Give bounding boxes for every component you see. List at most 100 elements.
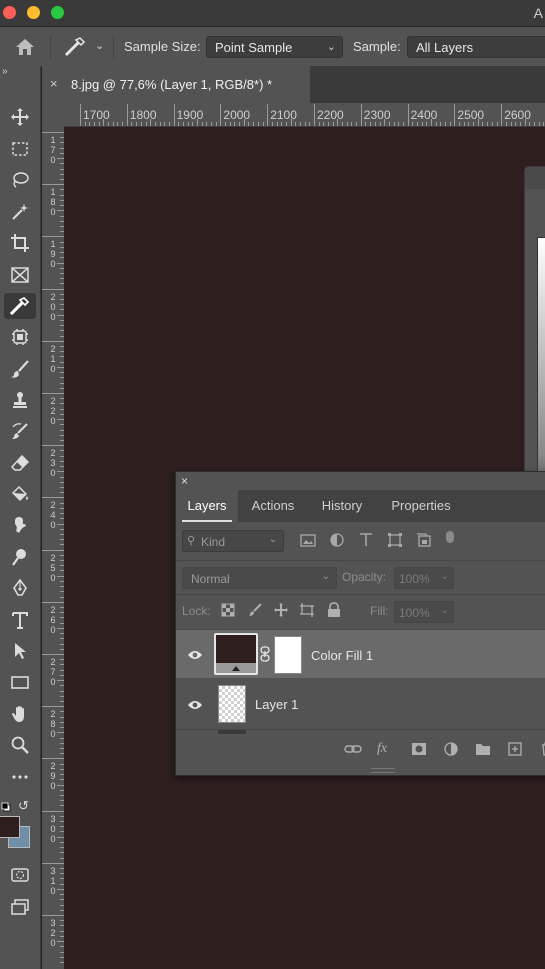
ruler-major-tick <box>126 104 128 126</box>
adjustment-icon[interactable] <box>444 742 458 761</box>
eyedropper-icon[interactable] <box>64 36 86 63</box>
quick-mask[interactable] <box>4 862 36 888</box>
filter-type-icon[interactable] <box>358 532 376 550</box>
lock-row: Lock: Fill: 100% ⌄ <box>176 595 545 630</box>
brush-tool[interactable] <box>4 356 36 382</box>
trash-icon[interactable] <box>540 742 545 761</box>
frame-tool[interactable] <box>4 262 36 288</box>
ruler-minor-tick <box>342 122 344 126</box>
collapse-toolbar-icon[interactable]: » <box>2 66 8 77</box>
close-tab-button[interactable]: × <box>50 76 58 91</box>
zoom-window-button[interactable] <box>51 6 64 19</box>
close-panel-button[interactable]: × <box>181 474 188 488</box>
more-tools[interactable] <box>4 764 36 790</box>
fill-input[interactable]: 100% ⌄ <box>394 601 454 623</box>
folder-icon[interactable] <box>475 742 491 761</box>
panel-resize-grip[interactable] <box>371 768 395 773</box>
layer-row-color-fill[interactable]: Color Fill 1 <box>176 630 545 678</box>
minimize-window-button[interactable] <box>27 6 40 19</box>
ruler-minor-tick <box>112 122 114 126</box>
layer-name[interactable]: Color Fill 1 <box>311 648 373 663</box>
eye-icon[interactable] <box>187 698 203 716</box>
filter-adjustment-icon[interactable] <box>329 532 347 550</box>
filter-smart-object-icon[interactable] <box>416 532 434 550</box>
lock-artboard-icon[interactable] <box>299 602 315 623</box>
rectangle-tool[interactable] <box>4 669 36 695</box>
lock-position-icon[interactable] <box>273 602 289 623</box>
fx-icon[interactable]: fx <box>377 741 387 757</box>
eyedropper-tool[interactable] <box>4 293 36 319</box>
ruler-label: 180 <box>50 187 56 218</box>
vertical-ruler[interactable]: 170 180 190 200 210 220 230 240 250 260 270 280 290 3… <box>42 126 65 969</box>
ruler-corner[interactable] <box>42 103 64 126</box>
ruler-minor-tick <box>57 784 64 786</box>
tab-actions[interactable]: Actions <box>238 490 308 522</box>
layer-thumbnail[interactable] <box>218 685 246 723</box>
smudge-tool[interactable] <box>4 512 36 538</box>
foreground-color[interactable] <box>0 816 20 838</box>
filter-shape-icon[interactable] <box>387 532 405 550</box>
new-layer-icon[interactable] <box>508 742 522 761</box>
fill-layer-thumbnail[interactable] <box>214 633 258 675</box>
tab-history[interactable]: History <box>308 490 376 522</box>
chain-link-icon[interactable] <box>260 646 270 667</box>
lasso-tool[interactable] <box>4 167 36 193</box>
patch-tool[interactable] <box>4 324 36 350</box>
eye-icon[interactable] <box>187 648 203 666</box>
eraser-tool[interactable] <box>4 450 36 476</box>
filter-kind-select[interactable]: ⚲ Kind ⌄ <box>182 530 284 552</box>
link-icon[interactable] <box>344 742 362 761</box>
default-colors-icon[interactable] <box>1 799 11 817</box>
dialog-title-bar[interactable] <box>525 167 545 189</box>
layer-mask-thumbnail[interactable] <box>274 636 302 674</box>
filter-toggle-icon[interactable] <box>446 531 454 543</box>
layer-name[interactable]: Layer 1 <box>255 697 298 712</box>
tab-properties[interactable]: Properties <box>376 490 466 522</box>
lock-image-icon[interactable] <box>248 603 262 622</box>
horizontal-ruler[interactable]: 1700 1800 1900 2000 2100 2200 2300 2400 2500 2600 <box>64 103 545 127</box>
ruler-minor-tick <box>515 122 517 126</box>
ruler-minor-tick <box>248 122 250 126</box>
hand-tool[interactable] <box>4 701 36 727</box>
home-icon[interactable] <box>14 37 36 62</box>
sample-size-select[interactable]: Point Sample ⌄ <box>206 36 343 58</box>
layer-row-layer1[interactable]: Layer 1 <box>176 679 545 730</box>
document-title: 8.jpg @ 77,6% (Layer 1, RGB/8*) * <box>71 77 273 92</box>
opacity-input[interactable]: 100% ⌄ <box>394 567 454 589</box>
crop-tool[interactable] <box>4 230 36 256</box>
lock-all-icon[interactable] <box>327 602 341 623</box>
ruler-minor-tick <box>182 122 184 126</box>
ruler-minor-tick <box>309 122 311 126</box>
tab-layers[interactable]: Layers <box>176 490 238 522</box>
sample-select[interactable]: All Layers <box>407 36 545 58</box>
blend-mode-select[interactable]: Normal ⌄ <box>182 567 337 589</box>
pen-tool[interactable] <box>4 575 36 601</box>
document-tab[interactable]: × 8.jpg @ 77,6% (Layer 1, RGB/8*) * <box>42 66 310 103</box>
lock-transparent-icon[interactable] <box>221 603 235 622</box>
type-tool[interactable] <box>4 607 36 633</box>
ruler-minor-tick <box>57 158 64 160</box>
ruler-minor-tick <box>271 122 273 126</box>
lock-label: Lock: <box>182 604 211 618</box>
swap-colors[interactable]: ↺ <box>18 798 29 814</box>
filter-pixel-icon[interactable] <box>300 532 318 550</box>
move-tool[interactable] <box>4 104 36 130</box>
screen-mode[interactable] <box>4 894 36 920</box>
ruler-minor-tick <box>491 122 493 126</box>
ruler-minor-tick <box>122 122 124 126</box>
tool-preset-chevron-icon[interactable]: ⌄ <box>95 39 104 52</box>
zoom-tool[interactable] <box>4 732 36 758</box>
mask-icon[interactable] <box>411 742 427 761</box>
ruler-minor-tick <box>57 366 64 368</box>
magic-wand-tool[interactable] <box>4 199 36 225</box>
window-title: A <box>533 5 543 21</box>
marquee-tool[interactable] <box>4 136 36 162</box>
ruler-label: 190 <box>50 239 56 270</box>
dodge-tool[interactable] <box>4 544 36 570</box>
path-selection-tool[interactable] <box>4 638 36 664</box>
ruler-minor-tick <box>57 314 64 316</box>
stamp-tool[interactable] <box>4 387 36 413</box>
paint-bucket-tool[interactable] <box>4 481 36 507</box>
close-window-button[interactable] <box>3 6 16 19</box>
history-brush-tool[interactable] <box>4 418 36 444</box>
